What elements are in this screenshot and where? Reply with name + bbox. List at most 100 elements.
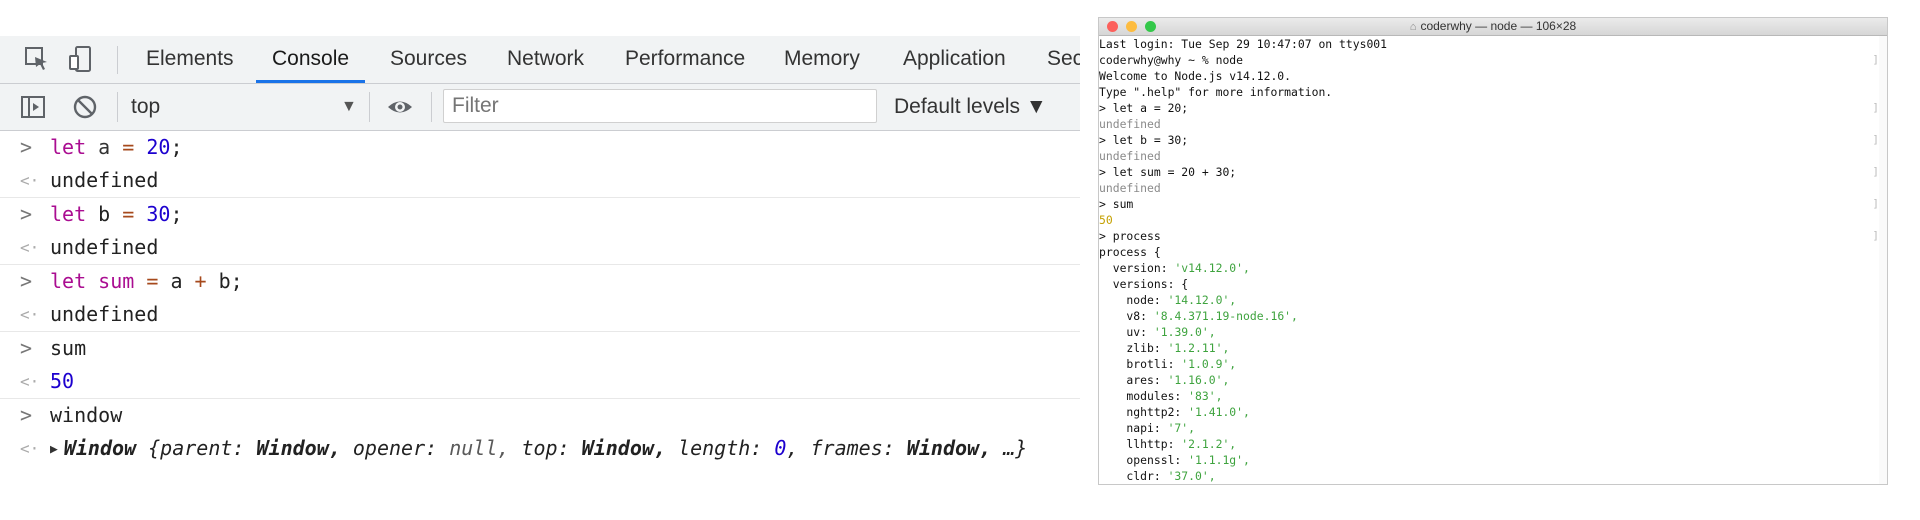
terminal-line: undefined [1099, 181, 1161, 195]
device-toolbar-icon[interactable] [68, 46, 94, 72]
terminal-line: Type ".help" for more information. [1099, 85, 1333, 99]
terminal-line: v8: '8.4.371.19-node.16', [1099, 309, 1298, 323]
code-keyword: let [50, 269, 87, 293]
tab-performance[interactable]: Performance [625, 36, 745, 82]
terminal-title-bar: ⌂ coderwhy — node — 106×28 [1099, 18, 1887, 36]
object-key: length: [678, 436, 763, 460]
result-arrow-icon: <· [20, 171, 40, 190]
object-value: 0 [774, 436, 787, 460]
code-operator: = [146, 269, 159, 293]
toolbar-divider [117, 46, 118, 74]
terminal-line: modules: '83', [1099, 389, 1223, 403]
code-operator: = [122, 135, 135, 159]
terminal-line: > process] [1099, 229, 1879, 243]
object-value: Window, [906, 436, 992, 460]
object-key: opener: [352, 436, 438, 460]
object-key: , frames: [786, 436, 895, 460]
terminal-window: ⌂ coderwhy — node — 106×28 Last login: Tu… [1098, 17, 1888, 485]
result-arrow-icon: <· [20, 238, 40, 257]
console-result-line: <· undefined [0, 164, 1080, 198]
result-value: 50 [50, 369, 75, 393]
console-input-line: > let sum = a + b; [0, 265, 1080, 298]
tab-application[interactable]: Application [903, 36, 1006, 82]
tab-sources[interactable]: Sources [390, 36, 467, 82]
result-arrow-icon: <· [20, 439, 40, 458]
console-messages: > let a = 20; <· undefined > let b = 30;… [0, 131, 1080, 465]
code-punctuation: ; [170, 135, 183, 159]
object-key: top: [521, 436, 570, 460]
terminal-line: napi: '7', [1099, 421, 1196, 435]
tab-security[interactable]: Sec [1047, 36, 1080, 82]
console-input-line: > sum [0, 332, 1080, 365]
terminal-line: undefined [1099, 117, 1161, 131]
code-identifier: window [50, 403, 123, 427]
terminal-line: 50 [1099, 213, 1113, 227]
code-identifier: sum [98, 269, 135, 293]
object-value: Window, [256, 436, 341, 460]
code-operator: + [194, 269, 207, 293]
code-identifier: sum [50, 336, 87, 360]
object-ellipsis: …} [1003, 436, 1028, 460]
line-mark: ] [1872, 165, 1879, 178]
terminal-line: > let sum = 20 + 30;] [1099, 165, 1879, 179]
console-result-line: <· 50 [0, 365, 1080, 399]
code-punctuation: ; [170, 202, 183, 226]
line-mark: ] [1872, 101, 1879, 114]
code-number: 20 [146, 135, 171, 159]
terminal-line: node: '14.12.0', [1099, 293, 1237, 307]
terminal-line: versions: { [1099, 277, 1189, 291]
window-object-preview[interactable]: ▶ Window {parent: Window, opener: null, t… [50, 432, 1027, 468]
terminal-line: ares: '1.16.0', [1099, 373, 1230, 387]
terminal-line: > let a = 20;] [1099, 101, 1879, 115]
terminal-line: coderwhy@why ~ % node] [1099, 53, 1879, 67]
terminal-line: Welcome to Node.js v14.12.0. [1099, 69, 1292, 83]
home-folder-icon: ⌂ [1409, 21, 1417, 33]
prompt-chevron-icon: > [20, 269, 33, 293]
prompt-chevron-icon: > [20, 403, 33, 427]
clear-console-icon[interactable] [72, 94, 98, 120]
code-number: 30 [146, 202, 171, 226]
line-mark: ] [1872, 197, 1879, 210]
console-result-line: <· undefined [0, 298, 1080, 332]
prompt-chevron-icon: > [20, 135, 33, 159]
terminal-title: coderwhy — node — 106×28 [1420, 19, 1577, 33]
tab-elements[interactable]: Elements [146, 36, 234, 82]
object-value: Window, [581, 436, 666, 460]
code-identifier: b; [218, 269, 243, 293]
result-value: undefined [50, 302, 159, 326]
terminal-line: llhttp: '2.1.2', [1099, 437, 1237, 451]
object-brace: { [148, 436, 161, 460]
tab-memory[interactable]: Memory [784, 36, 860, 82]
tab-console[interactable]: Console [255, 36, 366, 83]
terminal-line: zlib: '1.2.11', [1099, 341, 1230, 355]
code-identifier: b [98, 202, 111, 226]
devtools-panel: Elements Console Sources Network Perform… [0, 36, 1080, 483]
devtools-tab-bar: Elements Console Sources Network Perform… [0, 36, 1080, 84]
console-filter-input[interactable] [443, 89, 877, 123]
console-filter-bar: top ▼ Default levels ▼ [0, 84, 1080, 131]
code-identifier: a [98, 135, 111, 159]
console-input-line: > let a = 20; [0, 131, 1080, 164]
execution-context-select[interactable]: top [131, 94, 160, 120]
terminal-line: openssl: '1.1.1g', [1099, 453, 1250, 467]
expand-triangle-icon[interactable]: ▶ [50, 442, 58, 457]
code-operator: = [122, 202, 135, 226]
show-sidebar-icon[interactable] [20, 94, 46, 120]
terminal-line: > sum] [1099, 197, 1879, 211]
console-input-line: > let b = 30; [0, 198, 1080, 231]
code-identifier: a [170, 269, 183, 293]
toolbar-divider [431, 92, 432, 122]
chevron-down-icon[interactable]: ▼ [341, 94, 357, 120]
code-keyword: let [50, 135, 87, 159]
inspect-element-icon[interactable] [24, 46, 50, 72]
line-mark: ] [1872, 229, 1879, 242]
prompt-chevron-icon: > [20, 202, 33, 226]
toolbar-divider [369, 92, 370, 122]
object-key: parent: [160, 436, 245, 460]
terminal-output: Last login: Tue Sep 29 10:47:07 on ttys0… [1099, 36, 1887, 484]
live-expression-eye-icon[interactable] [386, 95, 414, 119]
default-levels-dropdown[interactable]: Default levels ▼ [894, 94, 1047, 120]
terminal-line: > let b = 30;] [1099, 133, 1879, 147]
object-value: null, [449, 436, 510, 460]
tab-network[interactable]: Network [507, 36, 584, 82]
